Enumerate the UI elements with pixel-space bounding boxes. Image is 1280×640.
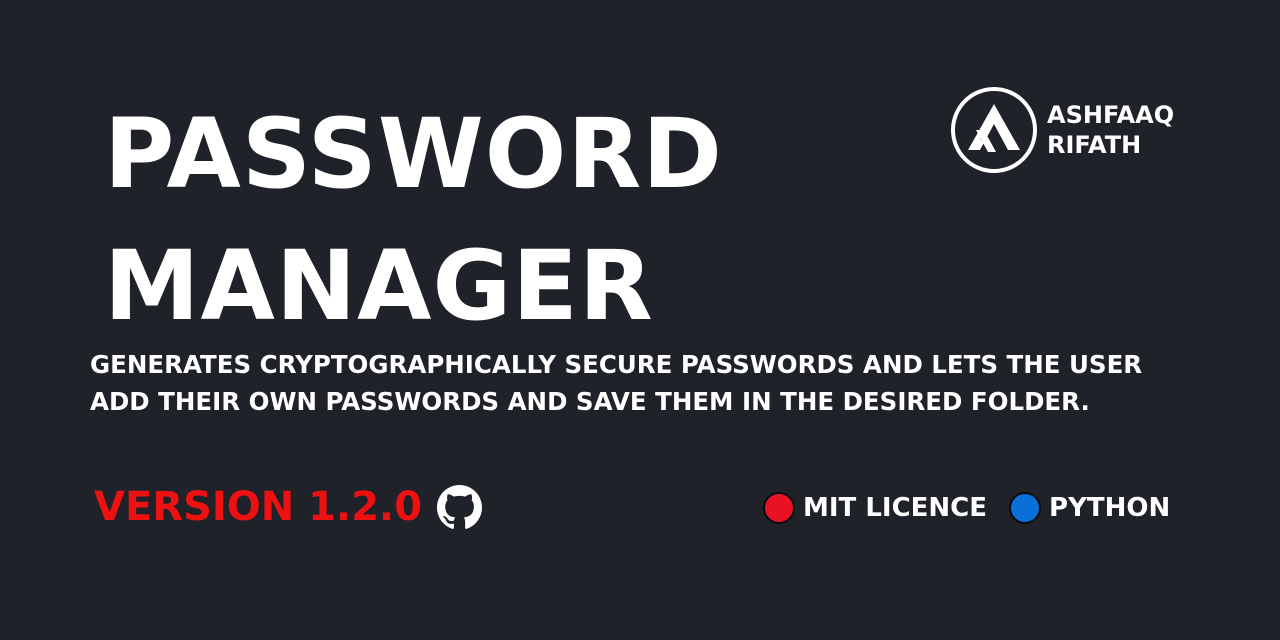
badge-licence: MIT LICENCE bbox=[763, 488, 987, 528]
version-label: VERSION 1.2.0 bbox=[94, 484, 423, 530]
banner: PASSWORD MANAGER ASHFAAQ RIFATH GENERATE… bbox=[0, 0, 1280, 640]
badges: MIT LICENCE PYTHON bbox=[763, 488, 1170, 528]
badge-language-label: PYTHON bbox=[1049, 493, 1171, 523]
author-name-line-2: RIFATH bbox=[1047, 131, 1142, 159]
language-dot-icon bbox=[1009, 492, 1042, 524]
badge-licence-label: MIT LICENCE bbox=[803, 493, 988, 523]
title-line-1: PASSWORD bbox=[104, 98, 723, 210]
badge-language: PYTHON bbox=[1009, 488, 1170, 528]
licence-dot-icon bbox=[763, 492, 795, 524]
project-description: GENERATES CRYPTOGRAPHICALLY SECURE PASSW… bbox=[90, 350, 1143, 416]
github-icon[interactable] bbox=[437, 485, 482, 530]
author-name-line-1: ASHFAAQ bbox=[1047, 101, 1175, 129]
ar-monogram-logo-icon bbox=[951, 87, 1037, 173]
title-line-2: MANAGER bbox=[104, 230, 654, 342]
author-name: ASHFAAQ RIFATH bbox=[1047, 100, 1174, 160]
author-brand: ASHFAAQ RIFATH bbox=[950, 86, 1200, 176]
